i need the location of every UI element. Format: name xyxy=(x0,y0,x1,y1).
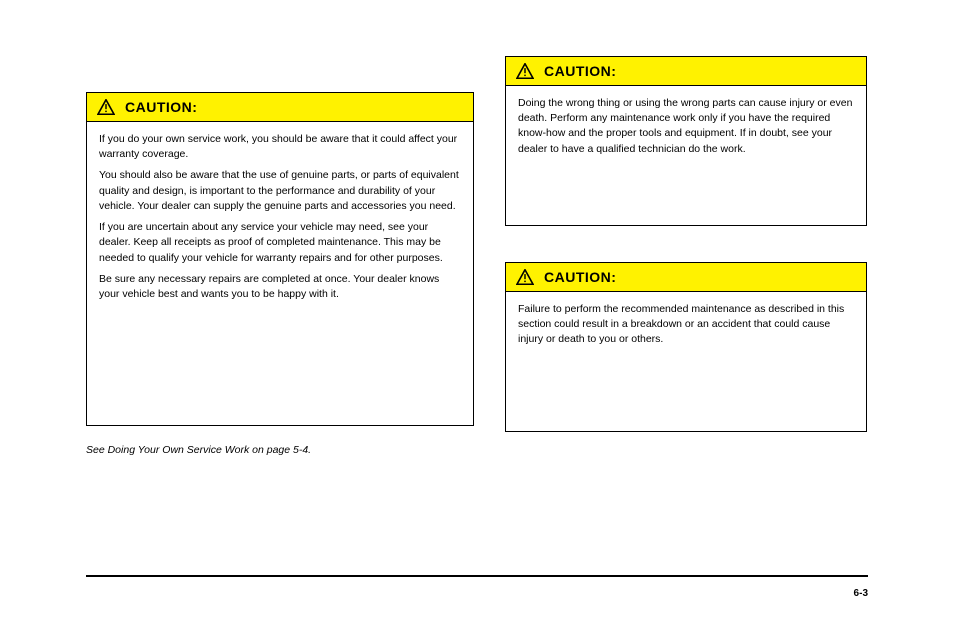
caution-text: You should also be aware that the use of… xyxy=(99,168,461,214)
caution-text: Failure to perform the recommended maint… xyxy=(518,302,854,348)
warning-triangle-icon xyxy=(516,269,534,285)
warning-triangle-icon xyxy=(97,99,115,115)
page-divider xyxy=(86,575,868,577)
caution-text: If you do your own service work, you sho… xyxy=(99,132,461,162)
caution-box-1: CAUTION: If you do your own service work… xyxy=(86,92,474,426)
caution-title: CAUTION: xyxy=(544,63,616,79)
caution-body: Failure to perform the recommended maint… xyxy=(506,292,866,358)
warning-triangle-icon xyxy=(516,63,534,79)
caution-text: Doing the wrong thing or using the wrong… xyxy=(518,96,854,157)
caution-text: If you are uncertain about any service y… xyxy=(99,220,461,266)
caution-header: CAUTION: xyxy=(87,93,473,122)
page-number: 6-3 xyxy=(854,588,868,599)
footnote-text: See Doing Your Own Service Work on page … xyxy=(86,444,311,456)
caution-title: CAUTION: xyxy=(125,99,197,115)
caution-box-2: CAUTION: Doing the wrong thing or using … xyxy=(505,56,867,226)
manual-page: CAUTION: If you do your own service work… xyxy=(0,0,954,636)
caution-box-3: CAUTION: Failure to perform the recommen… xyxy=(505,262,867,432)
caution-text: Be sure any necessary repairs are comple… xyxy=(99,272,461,302)
caution-header: CAUTION: xyxy=(506,57,866,86)
caution-body: If you do your own service work, you sho… xyxy=(87,122,473,312)
caution-body: Doing the wrong thing or using the wrong… xyxy=(506,86,866,167)
caution-header: CAUTION: xyxy=(506,263,866,292)
caution-title: CAUTION: xyxy=(544,269,616,285)
